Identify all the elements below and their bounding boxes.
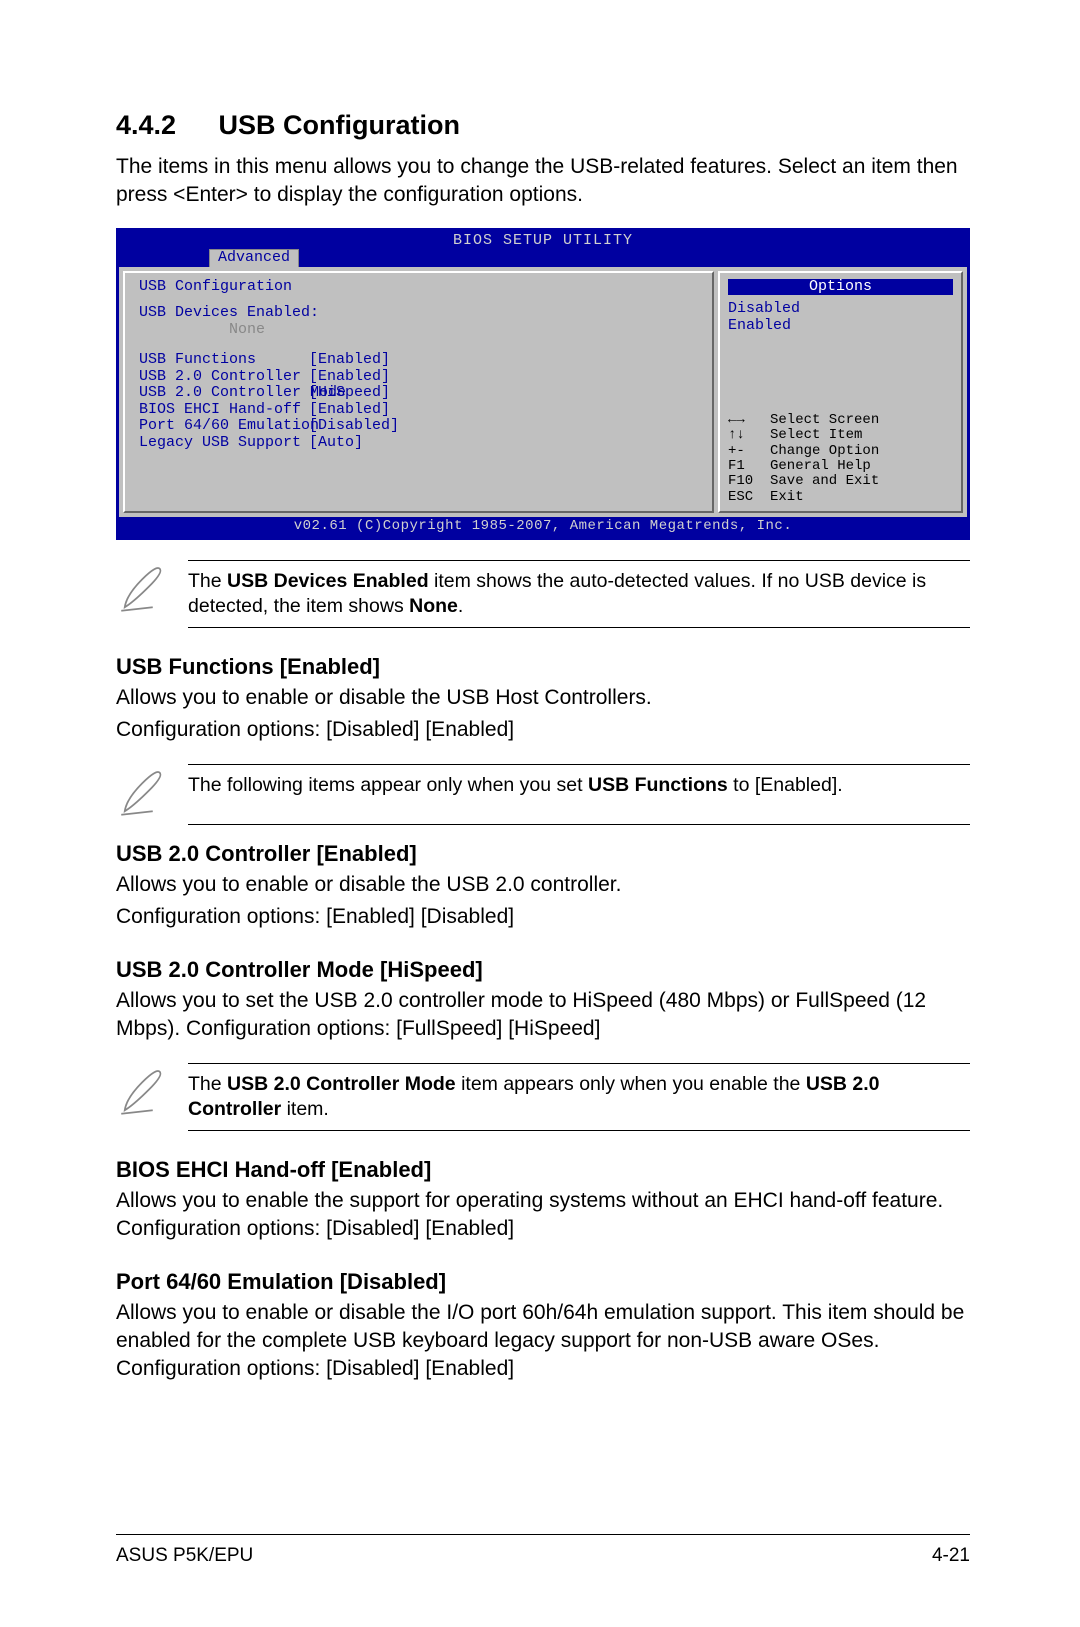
footer-left: ASUS P5K/EPU bbox=[116, 1545, 253, 1567]
note-text: The following items appear only when you… bbox=[188, 764, 970, 825]
bios-row[interactable]: USB Functions[Enabled] bbox=[139, 352, 702, 369]
bios-left-pane: USB Configuration USB Devices Enabled: N… bbox=[123, 271, 714, 514]
bios-devices-label: USB Devices Enabled: bbox=[139, 305, 702, 322]
subsection-text: Configuration options: [Disabled] [Enabl… bbox=[116, 716, 970, 744]
section-number: 4.4.2 bbox=[116, 110, 176, 141]
page-footer: ASUS P5K/EPU 4-21 bbox=[116, 1534, 970, 1567]
bios-header: BIOS SETUP UTILITY Advanced bbox=[119, 231, 967, 267]
section-heading: 4.4.2 USB Configuration bbox=[116, 110, 970, 141]
bios-option[interactable]: Disabled bbox=[728, 301, 953, 318]
subsection-text: Allows you to enable the support for ope… bbox=[116, 1187, 970, 1243]
subsection-heading: USB Functions [Enabled] bbox=[116, 654, 970, 680]
note-block: The USB Devices Enabled item shows the a… bbox=[116, 560, 970, 629]
pencil-icon bbox=[116, 560, 188, 629]
bios-row[interactable]: USB 2.0 Controller[Enabled] bbox=[139, 369, 702, 386]
bios-row[interactable]: Port 64/60 Emulation[Disabled] bbox=[139, 418, 702, 435]
bios-option[interactable]: Enabled bbox=[728, 318, 953, 335]
bios-menu-title: USB Configuration bbox=[139, 279, 702, 296]
bios-copyright: v02.61 (C)Copyright 1985-2007, American … bbox=[119, 517, 967, 536]
subsection-text: Allows you to enable or disable the USB … bbox=[116, 871, 970, 899]
subsection-heading: USB 2.0 Controller [Enabled] bbox=[116, 841, 970, 867]
subsection-heading: BIOS EHCI Hand-off [Enabled] bbox=[116, 1157, 970, 1183]
note-text: The USB 2.0 Controller Mode item appears… bbox=[188, 1063, 970, 1132]
subsection-text: Allows you to enable or disable the I/O … bbox=[116, 1299, 970, 1383]
section-title: USB Configuration bbox=[219, 110, 460, 141]
bios-tab-advanced[interactable]: Advanced bbox=[209, 249, 299, 267]
subsection-heading: USB 2.0 Controller Mode [HiSpeed] bbox=[116, 957, 970, 983]
pencil-icon bbox=[116, 1063, 188, 1132]
bios-devices-value: None bbox=[229, 322, 702, 339]
bios-row[interactable]: Legacy USB Support[Auto] bbox=[139, 435, 702, 452]
intro-paragraph: The items in this menu allows you to cha… bbox=[116, 153, 970, 210]
subsection-text: Allows you to enable or disable the USB … bbox=[116, 684, 970, 712]
subsection-text: Configuration options: [Enabled] [Disabl… bbox=[116, 903, 970, 931]
bios-banner: BIOS SETUP UTILITY bbox=[119, 233, 967, 250]
bios-screenshot: BIOS SETUP UTILITY Advanced USB Configur… bbox=[116, 228, 970, 540]
note-block: The following items appear only when you… bbox=[116, 764, 970, 825]
bios-help: ←→Select Screen ↑↓Select Item +-Change O… bbox=[728, 413, 953, 505]
bios-right-pane: Options Disabled Enabled ←→Select Screen… bbox=[718, 271, 963, 514]
note-block: The USB 2.0 Controller Mode item appears… bbox=[116, 1063, 970, 1132]
bios-row[interactable]: BIOS EHCI Hand-off[Enabled] bbox=[139, 402, 702, 419]
bios-options-header: Options bbox=[728, 279, 953, 296]
subsection-heading: Port 64/60 Emulation [Disabled] bbox=[116, 1269, 970, 1295]
footer-right: 4-21 bbox=[932, 1545, 970, 1567]
pencil-icon bbox=[116, 764, 188, 825]
bios-row[interactable]: USB 2.0 Controller Mode[HiSpeed] bbox=[139, 385, 702, 402]
note-text: The USB Devices Enabled item shows the a… bbox=[188, 560, 970, 629]
subsection-text: Allows you to set the USB 2.0 controller… bbox=[116, 987, 970, 1043]
